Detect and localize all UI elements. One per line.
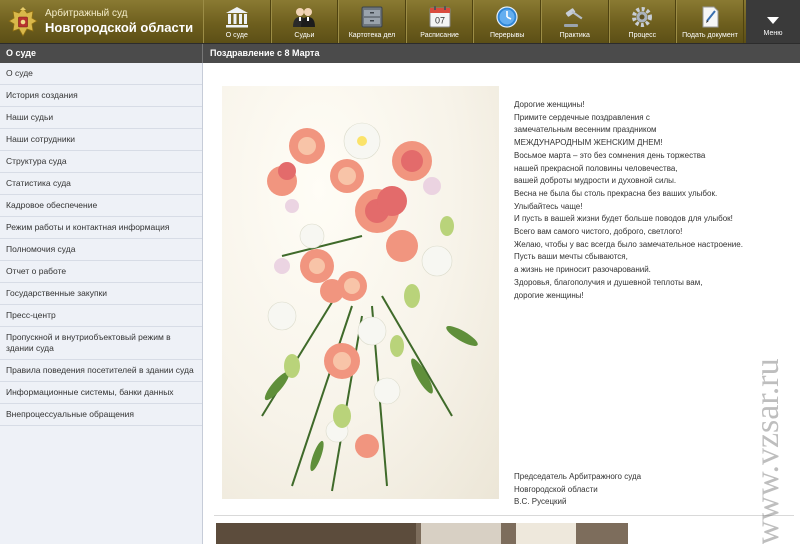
site-header: Арбитражный суд Новгородской области О с… — [0, 0, 800, 43]
nav-label: Судьи — [294, 32, 315, 39]
sidebar-item-judges[interactable]: Наши судьи — [0, 107, 202, 129]
section-title: О суде — [0, 44, 203, 63]
greeting-line: Дорогие женщины! — [514, 100, 585, 109]
menu-button[interactable]: Меню — [746, 0, 800, 43]
nav-practice[interactable]: Практика — [540, 0, 609, 43]
nav-process[interactable]: Процесс — [608, 0, 677, 43]
sidebar-item-visitor-rules[interactable]: Правила поведения посетителей в здании с… — [0, 360, 202, 382]
content-divider — [214, 515, 794, 516]
sidebar-item-report[interactable]: Отчет о работе — [0, 261, 202, 283]
greeting-text: Дорогие женщины! Примите сердечные поздр… — [514, 99, 743, 302]
building-icon — [224, 5, 250, 29]
greeting-line: МЕЖДУНАРОДНЫМ ЖЕНСКИМ ДНЕМ! — [514, 138, 663, 148]
gear-icon — [629, 5, 655, 29]
nav-judges[interactable]: Судьи — [270, 0, 339, 43]
nav-breaks[interactable]: Перерывы — [473, 0, 541, 43]
court-photo — [216, 523, 628, 544]
signature-line: Председатель Арбитражного суда — [514, 472, 642, 481]
nav-label: О суде — [225, 32, 248, 39]
calendar-day: 07 — [435, 16, 445, 26]
nav-label: Расписание — [420, 32, 459, 39]
menu-arrow-icon — [767, 17, 779, 24]
greeting-line: нашей прекрасной половины человечества, — [514, 163, 678, 173]
menu-label: Меню — [763, 30, 783, 37]
greeting-line: И пусть в вашей жизни будет больше повод… — [514, 214, 733, 224]
court-name: Новгородской области — [45, 20, 194, 35]
sidebar-item-press[interactable]: Пресс-центр — [0, 305, 202, 327]
sidebar-item-staff[interactable]: Наши сотрудники — [0, 129, 202, 151]
coat-of-arms-icon — [6, 5, 40, 39]
sidebar-item-history[interactable]: История создания — [0, 85, 202, 107]
greeting-line: Примите сердечные поздравления с — [514, 112, 650, 122]
nav-submit-document[interactable]: Подать документ — [676, 0, 744, 43]
nav-label: Практика — [559, 32, 590, 39]
signature-line: В.С. Русецкий — [514, 497, 567, 507]
page-title: Поздравление с 8 Марта — [210, 48, 320, 58]
greeting-line: дорогие женщины! — [514, 290, 584, 300]
greeting-line: Улыбайтесь чаще! — [514, 201, 583, 211]
greeting-line: Пусть ваши мечты сбываются, — [514, 252, 628, 262]
nav-label: Картотека дел — [348, 32, 396, 39]
greeting-line: Восьмое марта – это без сомнения день то… — [514, 150, 706, 160]
cabinet-icon — [359, 5, 385, 29]
watermark-text: www.vzsar.ru — [749, 358, 786, 544]
bouquet-image — [222, 86, 499, 499]
calendar-icon: 07 — [427, 5, 453, 29]
sidebar-item-personnel[interactable]: Кадровое обеспечение — [0, 195, 202, 217]
greeting-line: Всего вам самого чистого, доброго, светл… — [514, 227, 683, 237]
nav-label: Подать документ — [682, 32, 738, 39]
main-content: Дорогие женщины! Примите сердечные поздр… — [204, 63, 800, 544]
site-logo-link[interactable]: Арбитражный суд Новгородской области — [0, 0, 203, 43]
court-subtitle: Арбитражный суд — [45, 8, 128, 19]
watermark: www.vzsar.ru — [748, 220, 788, 544]
sidebar-menu: О суде История создания Наши судьи Наши … — [0, 63, 203, 544]
nav-schedule[interactable]: 07 Расписание — [405, 0, 474, 43]
judges-icon — [291, 5, 317, 29]
gavel-icon — [562, 5, 588, 29]
greeting-line: Весна не была бы столь прекрасна без ваш… — [514, 188, 718, 198]
sidebar-item-info-systems[interactable]: Информационные системы, банки данных — [0, 382, 202, 404]
greeting-line: Желаю, чтобы у вас всегда было замечател… — [514, 239, 743, 249]
greeting-line: замечательным весенним праздником — [514, 125, 657, 135]
sidebar-item-access-regime[interactable]: Пропускной и внутриобъектовый режим в зд… — [0, 327, 202, 360]
greeting-line: а жизнь не приносит разочарований. — [514, 265, 651, 275]
sidebar-item-about[interactable]: О суде — [0, 63, 202, 85]
section-bar: О суде Поздравление с 8 Марта — [0, 43, 800, 63]
greeting-line: Здоровья, благополучия и душевной теплот… — [514, 277, 703, 287]
nav-label: Перерывы — [489, 32, 525, 39]
nav-case-files[interactable]: Картотека дел — [338, 0, 406, 43]
clock-icon — [494, 5, 520, 29]
nav-label: Процесс — [628, 32, 657, 39]
sidebar-item-structure[interactable]: Структура суда — [0, 151, 202, 173]
nav-about-court[interactable]: О суде — [203, 0, 271, 43]
top-navigation: О суде Судьи Картотека дел 07 Расписание… — [203, 0, 744, 43]
sidebar-item-procurement[interactable]: Государственные закупки — [0, 283, 202, 305]
document-icon — [697, 5, 723, 29]
sidebar-item-powers[interactable]: Полномочия суда — [0, 239, 202, 261]
sidebar-item-statistics[interactable]: Статистика суда — [0, 173, 202, 195]
sidebar-item-appeals[interactable]: Внепроцессуальные обращения — [0, 404, 202, 426]
signature-line: Новгородской области — [514, 484, 598, 494]
greeting-line: вашей доброты мудрости и духовной силы. — [514, 176, 677, 186]
signature-block: Председатель Арбитражного суда Новгородс… — [514, 471, 641, 509]
sidebar-item-contacts[interactable]: Режим работы и контактная информация — [0, 217, 202, 239]
